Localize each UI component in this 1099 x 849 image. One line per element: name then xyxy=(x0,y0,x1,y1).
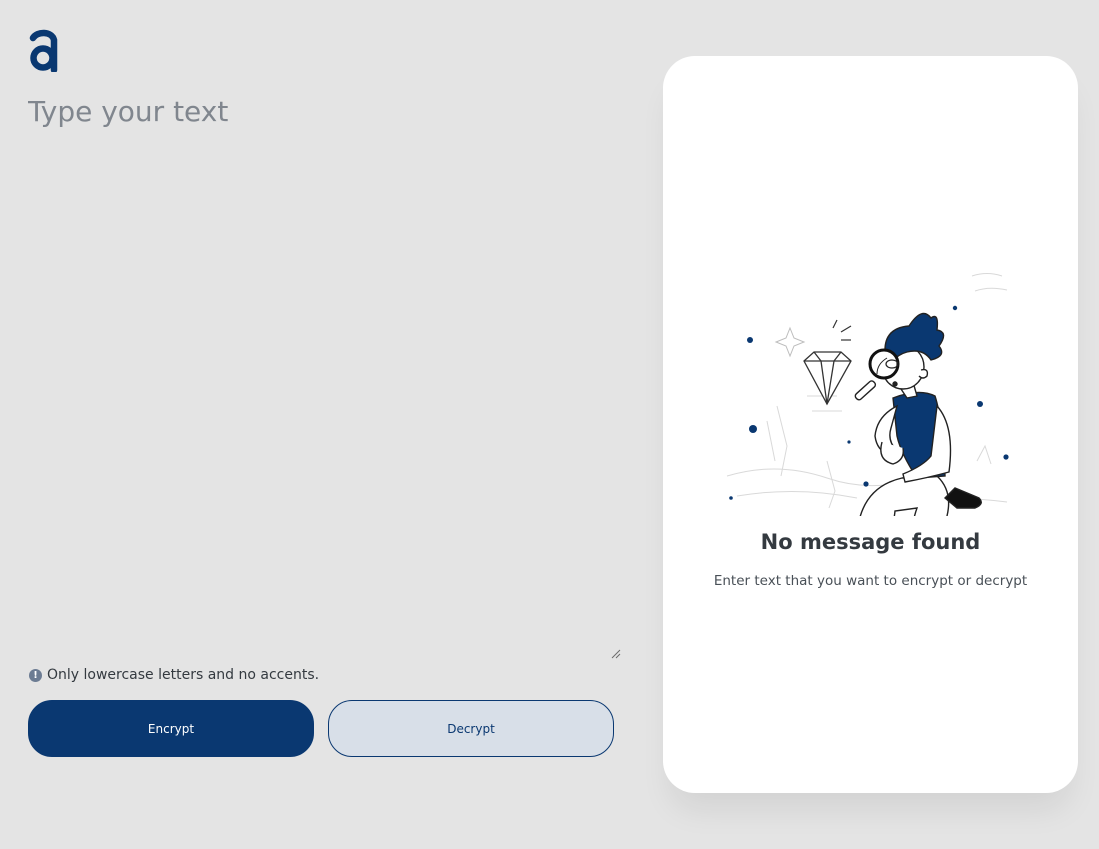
input-hint: ! Only lowercase letters and no accents. xyxy=(29,667,319,683)
decrypt-button[interactable]: Decrypt xyxy=(328,700,614,757)
alura-logo-icon xyxy=(29,29,58,72)
empty-state-title: No message found xyxy=(760,530,981,554)
hint-text: Only lowercase letters and no accents. xyxy=(47,667,320,683)
output-card: No message found Enter text that you wan… xyxy=(663,56,1078,793)
exclamation-circle-icon: ! xyxy=(29,668,42,682)
empty-state-subtitle: Enter text that you want to encrypt or d… xyxy=(713,573,1028,589)
person-with-magnifier-illustration xyxy=(726,273,1009,516)
encrypt-button[interactable]: Encrypt xyxy=(28,700,314,757)
resize-handle-icon[interactable] xyxy=(610,648,621,659)
message-input[interactable] xyxy=(28,90,622,660)
